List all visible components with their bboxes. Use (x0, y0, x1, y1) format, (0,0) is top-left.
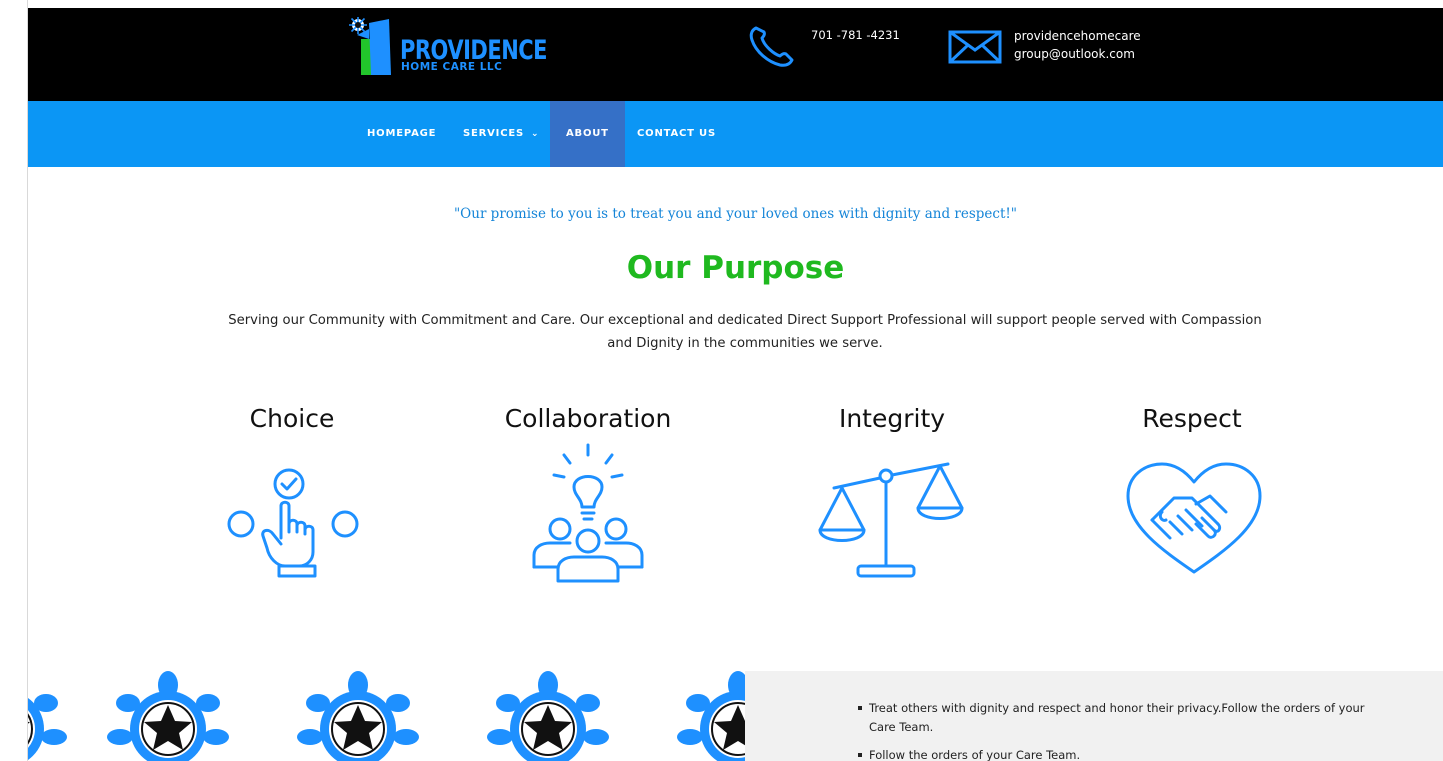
team-lightbulb-icon (532, 443, 644, 583)
nav-contact-us[interactable]: CONTACT US (637, 101, 716, 167)
logo[interactable]: PROVIDENCE HOME CARE LLC (349, 17, 549, 75)
nav-about[interactable]: ABOUT (550, 101, 625, 167)
nav-services-label: SERVICES (463, 128, 524, 139)
nav-contact-label: CONTACT US (637, 128, 716, 139)
value-title: Choice (249, 404, 335, 433)
nav-homepage[interactable]: HOMEPAGE (367, 101, 436, 167)
value-integrity: Integrity (772, 404, 1012, 433)
logo-mark-icon (349, 17, 391, 75)
envelope-icon (948, 30, 1002, 64)
value-title: Collaboration (504, 404, 672, 433)
heart-handshake-icon (1126, 462, 1262, 574)
scales-icon (818, 462, 964, 578)
email-address[interactable]: providencehomecare group@outlook.com (1014, 27, 1164, 63)
splash-star-pattern (28, 671, 745, 761)
nav-homepage-label: HOMEPAGE (367, 128, 437, 139)
promise-quote: "Our promise to you is to treat you and … (453, 206, 1018, 222)
list-item: Follow the orders of your Care Team. (858, 746, 1388, 761)
phone-number[interactable]: 701 -781 -4231 (811, 28, 900, 42)
hand-pointer-choice-icon (227, 468, 359, 578)
top-header: PROVIDENCE HOME CARE LLC 701 -781 -4231 … (28, 8, 1443, 101)
chevron-down-icon: ⌄ (530, 129, 540, 139)
pattern-banner (28, 671, 745, 761)
email-line-2: group@outlook.com (1014, 47, 1135, 61)
guidelines-panel: Treat others with dignity and respect an… (745, 671, 1443, 761)
value-collaboration: Collaboration (468, 404, 708, 433)
value-title: Respect (1142, 404, 1242, 433)
nav-services[interactable]: SERVICES ⌄ (463, 101, 539, 167)
list-item: Treat others with dignity and respect an… (858, 699, 1388, 737)
value-title: Integrity (838, 404, 946, 433)
purpose-title: Our Purpose (626, 250, 845, 286)
email-line-1: providencehomecare (1014, 29, 1141, 43)
nav-about-label: ABOUT (566, 128, 609, 139)
main-nav: HOMEPAGE SERVICES ⌄ ABOUT CONTACT US (28, 101, 1443, 167)
page: PROVIDENCE HOME CARE LLC 701 -781 -4231 … (28, 0, 1443, 761)
logo-subtitle: HOME CARE LLC (401, 61, 503, 73)
guidelines-list: Treat others with dignity and respect an… (858, 699, 1388, 761)
value-choice: Choice (172, 404, 412, 433)
value-respect: Respect (1072, 404, 1312, 433)
purpose-body: Serving our Community with Commitment an… (228, 313, 1262, 351)
phone-icon (749, 26, 794, 67)
